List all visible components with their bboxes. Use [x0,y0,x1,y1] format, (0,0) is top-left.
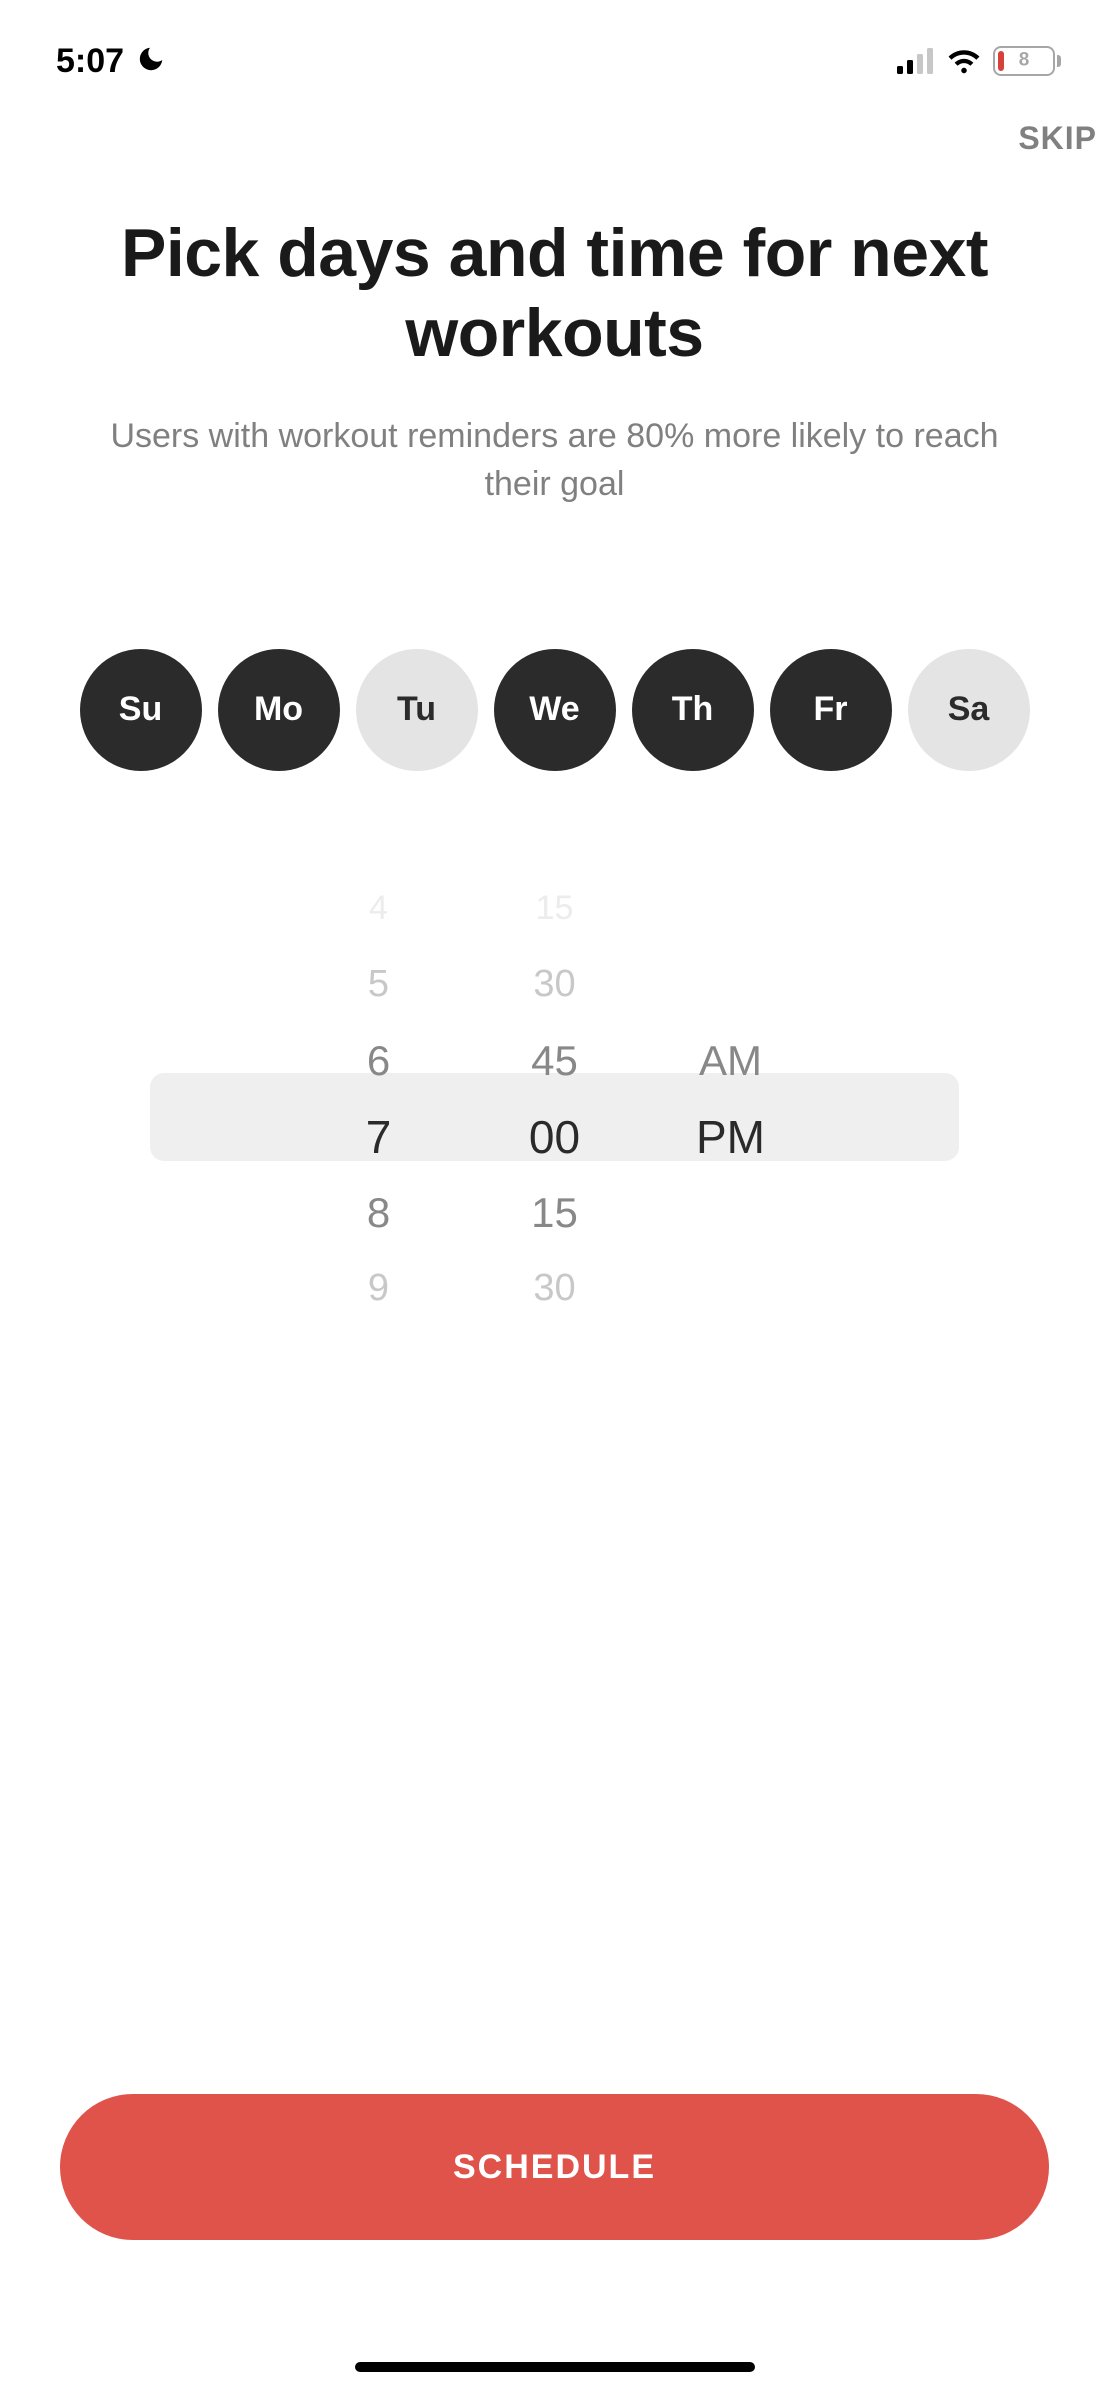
day-label: We [529,690,579,729]
status-left: 5:07 [56,42,166,81]
picker-minute-item: 30 [533,947,575,1023]
picker-hour-item: 9 [368,1251,389,1327]
day-pill-mo[interactable]: Mo [218,649,340,771]
picker-period-item: AM [699,1023,762,1099]
status-right: 8 [897,46,1061,76]
battery-icon: 8 [993,46,1061,76]
day-label: Tu [397,690,436,729]
picker-minute-item: 45 [531,1023,578,1099]
time-picker[interactable]: 4 5 6 7 8 9 10 15 30 45 00 15 30 45 AM P… [0,871,1109,1341]
picker-minute-item: 45 [536,1327,574,1341]
status-time: 5:07 [56,42,124,81]
day-pill-su[interactable]: Su [80,649,202,771]
skip-button[interactable]: SKIP [1018,120,1097,157]
picker-minute-item: 30 [533,1251,575,1327]
picker-hour-item: 10 [360,1327,398,1341]
picker-hour-selected: 7 [366,1099,392,1175]
days-row: Su Mo Tu We Th Fr Sa [0,649,1109,771]
day-pill-th[interactable]: Th [632,649,754,771]
picker-hour-item: 4 [369,871,388,947]
picker-minute-item: 15 [536,871,574,947]
hour-column[interactable]: 4 5 6 7 8 9 10 [291,871,467,1341]
day-label: Sa [948,690,990,729]
day-label: Mo [254,690,303,729]
cellular-signal-icon [897,48,935,74]
schedule-button[interactable]: SCHEDULE [60,2094,1049,2240]
day-pill-we[interactable]: We [494,649,616,771]
picker-hour-item: 5 [368,947,389,1023]
home-indicator [355,2362,755,2372]
picker-hour-item: 6 [367,1023,390,1099]
nav-row: SKIP [0,90,1109,157]
picker-period-selected: PM [696,1099,765,1175]
battery-percent-text: 8 [995,50,1053,72]
picker-minute-selected: 00 [529,1099,580,1175]
day-label: Su [119,690,162,729]
day-label: Th [672,690,714,729]
minute-column[interactable]: 15 30 45 00 15 30 45 [467,871,643,1341]
day-label: Fr [814,690,848,729]
day-pill-tu[interactable]: Tu [356,649,478,771]
picker-hour-item: 8 [367,1175,390,1251]
page-title: Pick days and time for next workouts [0,213,1109,373]
moon-icon [136,44,166,79]
page-subtitle: Users with workout reminders are 80% mor… [0,413,1109,508]
picker-minute-item: 15 [531,1175,578,1251]
day-pill-fr[interactable]: Fr [770,649,892,771]
status-bar: 5:07 8 [0,0,1109,90]
day-pill-sa[interactable]: Sa [908,649,1030,771]
period-column[interactable]: AM PM [643,871,819,1341]
wifi-icon [946,48,982,74]
